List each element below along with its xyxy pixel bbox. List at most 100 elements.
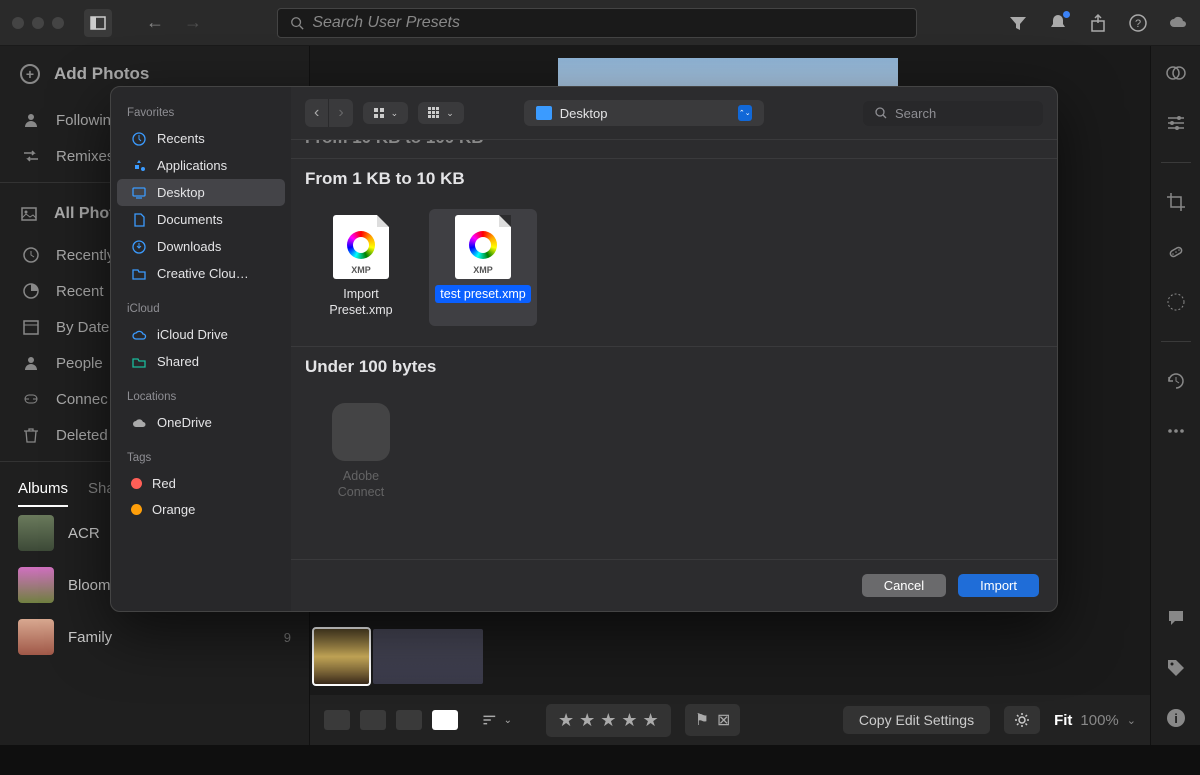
svg-text:i: i [1174, 711, 1178, 726]
xmp-file-icon: XMP [455, 215, 511, 279]
location-dropdown[interactable]: Desktop ⌃⌄ [524, 100, 764, 126]
cancel-button[interactable]: Cancel [862, 574, 946, 597]
dialog-content: From 10 KB to 100 KB From 1 KB to 10 KB … [291, 139, 1057, 559]
size-group-label: From 10 KB to 100 KB [291, 140, 498, 158]
minimize-window[interactable] [32, 17, 44, 29]
item-label: Recents [157, 131, 205, 146]
crop-icon[interactable] [1165, 191, 1187, 213]
album-item[interactable]: Family9 [0, 611, 309, 663]
copy-edit-button[interactable]: Copy Edit Settings [843, 706, 990, 734]
sidebar-applications[interactable]: Applications [117, 152, 285, 179]
folder-icon [536, 106, 552, 120]
file-open-dialog: Favorites Recents Applications Desktop D… [110, 86, 1058, 612]
flag-buttons[interactable]: ⚑⊠ [685, 704, 741, 736]
panel-toggle-button[interactable] [84, 9, 112, 37]
filmstrip-thumb[interactable] [314, 629, 369, 684]
mask-icon[interactable] [1165, 291, 1187, 313]
dialog-nav-buttons: ‹ › [305, 99, 353, 127]
zoom-window[interactable] [52, 17, 64, 29]
comment-icon[interactable] [1165, 607, 1187, 629]
photo-preview [558, 58, 898, 88]
sidebar-tag-orange[interactable]: Orange [117, 496, 285, 522]
dialog-back-button[interactable]: ‹ [305, 99, 329, 127]
file-item[interactable]: Adobe Connect [307, 397, 415, 508]
sidebar-recents[interactable]: Recents [117, 125, 285, 152]
download-icon [131, 239, 147, 255]
link-icon [22, 390, 40, 408]
nav-back-icon[interactable]: ← [146, 12, 164, 33]
dialog-toolbar: ‹ › ⌄ ⌄ Desktop ⌃⌄ Search [291, 87, 1057, 139]
sidebar-desktop[interactable]: Desktop [117, 179, 285, 206]
search-placeholder: Search User Presets [312, 14, 460, 32]
sidebar-icloud-drive[interactable]: iCloud Drive [117, 321, 285, 348]
import-button[interactable]: Import [958, 574, 1039, 597]
album-count: 9 [284, 630, 291, 645]
dialog-sidebar: Favorites Recents Applications Desktop D… [111, 87, 291, 611]
notifications-icon[interactable] [1048, 13, 1068, 33]
zoom-control[interactable]: Fit 100% ⌄ [1054, 712, 1136, 729]
item-label: OneDrive [157, 415, 212, 430]
close-window[interactable] [12, 17, 24, 29]
search-input[interactable]: Search User Presets [277, 8, 917, 38]
detail-view-button[interactable] [432, 710, 458, 730]
sidebar-onedrive[interactable]: OneDrive [117, 409, 285, 436]
gear-button[interactable] [1004, 706, 1040, 734]
filmstrip [310, 625, 1150, 695]
filter-icon[interactable] [1008, 13, 1028, 33]
tag-dot-icon [131, 478, 142, 489]
sidebar-item-label: Recent [56, 283, 104, 300]
search-icon [875, 107, 887, 119]
file-item[interactable]: XMP Import Preset.xmp [307, 209, 415, 326]
tag-icon[interactable] [1165, 657, 1187, 679]
filmstrip-thumb[interactable] [373, 629, 483, 684]
history-icon[interactable] [1165, 370, 1187, 392]
info-icon[interactable]: i [1165, 707, 1187, 729]
sidebar-item-label: Deleted [56, 427, 108, 444]
dialog-search-input[interactable]: Search [863, 101, 1043, 126]
trash-icon [22, 426, 40, 444]
sidebar-documents[interactable]: Documents [117, 206, 285, 233]
sidebar-item-label: By Date [56, 319, 109, 336]
grid2-view-button[interactable] [360, 710, 386, 730]
rating-stars[interactable]: ★ ★ ★ ★ ★ [546, 704, 671, 737]
grid-view-button[interactable] [324, 710, 350, 730]
sliders-icon[interactable] [1165, 112, 1187, 134]
updown-icon: ⌃⌄ [738, 105, 752, 121]
cloud-icon [131, 327, 147, 343]
dialog-footer: Cancel Import [291, 559, 1057, 611]
clock-icon [22, 246, 40, 264]
sidebar-tag-red[interactable]: Red [117, 470, 285, 496]
document-icon [131, 212, 147, 228]
help-icon[interactable]: ? [1128, 13, 1148, 33]
compare-view-button[interactable] [396, 710, 422, 730]
dialog-forward-button[interactable]: › [329, 99, 352, 127]
sidebar-item-label: Recently [56, 247, 114, 264]
tab-albums[interactable]: Albums [18, 480, 68, 507]
sort-button[interactable]: ⌄ [482, 710, 512, 730]
share-icon[interactable] [1088, 13, 1108, 33]
more-icon[interactable] [1165, 420, 1187, 442]
file-item[interactable]: XMP test preset.xmp [429, 209, 537, 326]
view-mode-icon-grid[interactable]: ⌄ [363, 102, 409, 124]
location-label: Desktop [560, 106, 608, 121]
sidebar-creative-cloud[interactable]: Creative Clou… [117, 260, 285, 287]
search-placeholder: Search [895, 106, 936, 121]
sidebar-shared[interactable]: Shared [117, 348, 285, 375]
apps-icon [131, 158, 147, 174]
heal-icon[interactable] [1165, 241, 1187, 263]
item-label: Shared [157, 354, 199, 369]
item-label: Downloads [157, 239, 221, 254]
shared-icon [131, 354, 147, 370]
onedrive-icon [131, 415, 147, 431]
sidebar-section-icloud: iCloud [111, 297, 291, 321]
app-icon [332, 403, 390, 461]
status-bar [0, 745, 1200, 775]
view-grouping-button[interactable]: ⌄ [418, 102, 464, 124]
calendar-icon [22, 318, 40, 336]
sidebar-downloads[interactable]: Downloads [117, 233, 285, 260]
cloud-icon[interactable] [1168, 13, 1188, 33]
search-icon [290, 16, 304, 30]
sidebar-item-label: People [56, 355, 103, 372]
nav-forward-icon[interactable]: → [184, 12, 202, 33]
circles-icon[interactable] [1165, 62, 1187, 84]
